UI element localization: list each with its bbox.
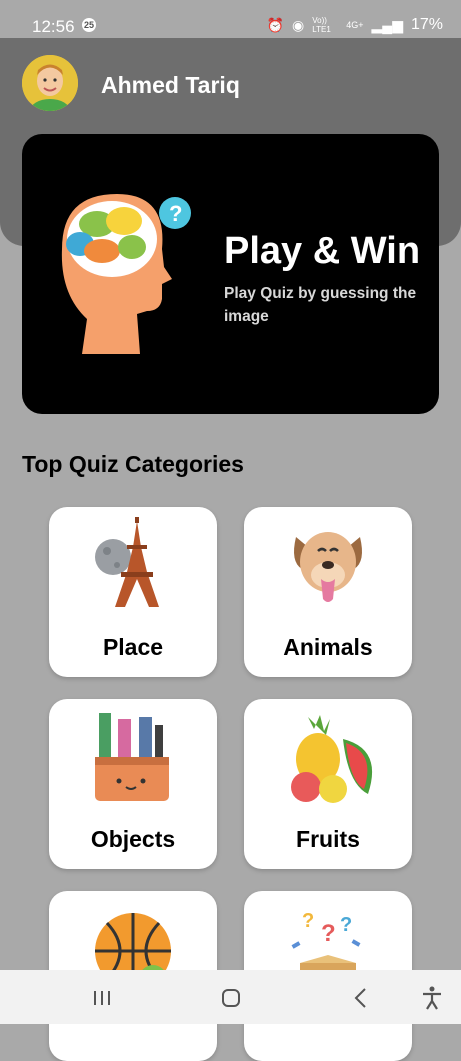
avatar[interactable] bbox=[22, 55, 78, 111]
brain-head-icon: ? bbox=[61, 194, 191, 354]
back-icon[interactable] bbox=[347, 984, 375, 1012]
avatar-image bbox=[22, 55, 78, 111]
system-nav-bar bbox=[0, 970, 461, 1024]
user-name: Ahmed Tariq bbox=[101, 72, 240, 98]
hero-title: Play & Win bbox=[224, 230, 421, 272]
svg-text:?: ? bbox=[302, 910, 314, 932]
status-icons: ⏰ ◉ Vo)) LTE1 4G+ ▂▄▆ 17% bbox=[267, 16, 443, 34]
svg-text:?: ? bbox=[169, 201, 182, 226]
fruits-icon bbox=[291, 715, 373, 803]
category-card-objects[interactable]: Objects bbox=[49, 699, 217, 869]
hotspot-icon: ◉ bbox=[292, 16, 305, 33]
signal-icon: ▂▄▆ bbox=[371, 16, 403, 33]
hero-subtitle: Play Quiz by guessing the image bbox=[224, 285, 417, 325]
play-win-banner[interactable]: ? Play & Win Play Quiz by guessing the i… bbox=[22, 134, 439, 414]
accessibility-icon[interactable] bbox=[418, 984, 446, 1012]
category-label: Animals bbox=[283, 634, 373, 660]
sports-balls-icon bbox=[95, 913, 171, 981]
category-label: Fruits bbox=[296, 826, 360, 852]
eiffel-tower-icon bbox=[95, 517, 159, 607]
recent-apps-icon[interactable] bbox=[88, 984, 116, 1012]
svg-text:?: ? bbox=[340, 914, 352, 936]
category-card-place[interactable]: Place bbox=[49, 507, 217, 677]
lte-label: 4G+ bbox=[346, 20, 364, 30]
svg-text:?: ? bbox=[321, 920, 336, 947]
alarm-icon: ⏰ bbox=[266, 16, 285, 33]
home-icon[interactable] bbox=[217, 984, 245, 1012]
category-label: Place bbox=[102, 634, 164, 660]
pencil-case-icon bbox=[95, 713, 169, 801]
dog-icon bbox=[294, 532, 362, 602]
category-label: Objects bbox=[90, 826, 176, 852]
status-time: 12:56 bbox=[32, 17, 75, 36]
mystery-box-icon: ? ? ? bbox=[291, 910, 361, 981]
section-title: Top Quiz Categories bbox=[22, 451, 244, 477]
volte-label: Vo)) LTE1 bbox=[312, 16, 331, 34]
battery-percent: 17% bbox=[410, 16, 443, 33]
notification-count-badge: 25 bbox=[82, 18, 96, 32]
category-card-animals[interactable]: Animals bbox=[244, 507, 412, 677]
category-card-fruits[interactable]: Fruits bbox=[244, 699, 412, 869]
status-bar: 12:56 25 ⏰ ◉ Vo)) LTE1 4G+ ▂▄▆ 17% bbox=[0, 0, 461, 38]
